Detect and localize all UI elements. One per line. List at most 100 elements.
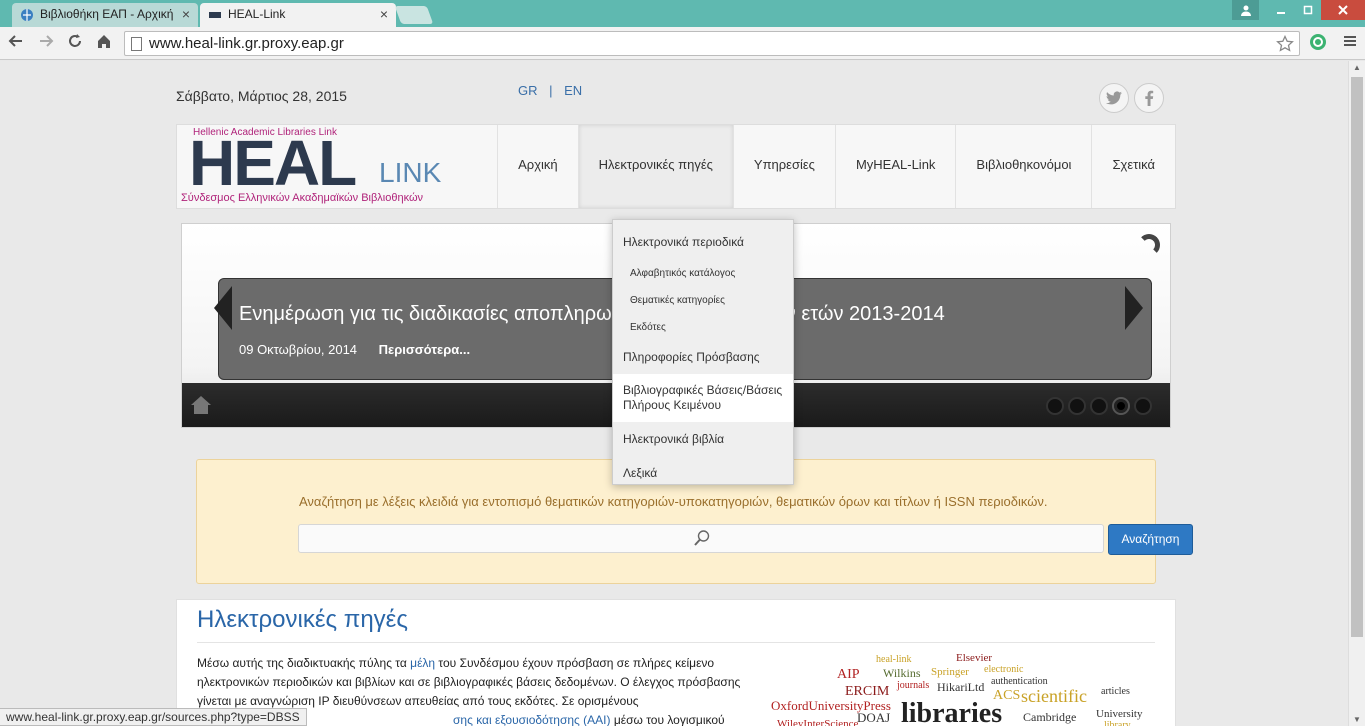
tab-strip: Βιβλιοθήκη ΕΑΠ - Αρχική × HEAL-Link × (0, 0, 1365, 27)
menu-access-info[interactable]: Πληροφορίες Πρόσβασης (613, 341, 793, 374)
tab-title: HEAL-Link (228, 7, 286, 21)
cloud-word[interactable]: Cambridge (1023, 710, 1076, 725)
cloud-word[interactable]: heal-link (876, 654, 912, 665)
search-input[interactable] (298, 524, 1104, 553)
word-cloud: heal-link Elsevier electronic AIP Wilkin… (771, 650, 1161, 726)
slider-dots (1046, 397, 1152, 415)
slide-title: Ενημέρωση για τις διαδικασίες αποπληρω ν … (239, 303, 945, 325)
nav-services[interactable]: Υπηρεσίες (732, 125, 835, 208)
language-switcher: GR | EN (518, 83, 582, 98)
cloud-word[interactable]: WileyInterScience (777, 718, 858, 726)
cloud-word[interactable]: University (1096, 708, 1142, 720)
heading-divider (197, 642, 1155, 643)
current-date: Σάββατο, Μάρτιος 28, 2015 (176, 88, 347, 104)
main-navigation: Αρχική Ηλεκτρονικές πηγές Υπηρεσίες MyHE… (497, 125, 1175, 208)
menu-ebooks[interactable]: Ηλεκτρονικά βιβλία (613, 422, 793, 456)
user-icon[interactable] (1232, 0, 1259, 20)
cloud-word[interactable]: articles (1101, 686, 1130, 697)
status-bar: www.heal-link.gr.proxy.eap.gr/sources.ph… (0, 708, 307, 726)
cloud-word[interactable]: AIP (837, 667, 860, 683)
menu-alphabetical-catalog[interactable]: Αλφαβητικός κατάλογος (613, 260, 793, 287)
logo-bottom-text: Σύνδεσμος Ελληνικών Ακαδημαϊκών Βιβλιοθη… (181, 192, 424, 204)
cloud-word[interactable]: scientific (1021, 686, 1087, 707)
page-icon (131, 37, 142, 51)
slide-date: 09 Οκτωβρίου, 2014 (239, 342, 358, 357)
address-bar[interactable]: www.heal-link.gr.proxy.eap.gr (124, 31, 1300, 56)
forward-arrow-icon[interactable] (36, 33, 56, 53)
slider-next-arrow-icon[interactable] (1125, 286, 1143, 330)
logo-link-text: LINK (379, 157, 442, 188)
cloud-word[interactable]: Springer (931, 666, 969, 678)
slider-home-icon[interactable] (190, 395, 212, 417)
nav-myheal-link[interactable]: MyHEAL-Link (834, 125, 955, 208)
cloud-word[interactable]: Wilkins (883, 666, 921, 681)
extension-icon[interactable] (1308, 33, 1328, 53)
nav-about[interactable]: Σχετικά (1091, 125, 1175, 208)
heal-link-logo[interactable]: Hellenic Academic Libraries Link HEAL LI… (181, 127, 451, 207)
main-content: Ηλεκτρονικές πηγές Μέσω αυτής της διαδικ… (176, 599, 1176, 726)
window-controls (1232, 0, 1365, 20)
minimize-icon[interactable] (1267, 0, 1294, 20)
home-icon[interactable] (94, 33, 114, 53)
search-hint: Αναζήτηση με λέξεις κλειδιά για εντοπισμ… (299, 494, 1048, 509)
lang-gr-link[interactable]: GR (518, 83, 538, 98)
facebook-icon[interactable] (1134, 83, 1164, 113)
slider-dot[interactable] (1046, 397, 1064, 415)
aai-link[interactable]: σης και εξουσιοδότησης (AAI) (453, 713, 611, 726)
search-button[interactable]: Αναζήτηση (1108, 524, 1193, 555)
cloud-word[interactable]: Elsevier (956, 652, 992, 664)
scroll-down-icon[interactable]: ▼ (1353, 715, 1361, 724)
cloud-word[interactable]: libraries (901, 698, 1002, 726)
site-header: Hellenic Academic Libraries Link HEAL LI… (176, 124, 1176, 209)
cloud-word[interactable]: electronic (984, 664, 1023, 675)
search-icon (694, 530, 710, 546)
menu-thematic-categories[interactable]: Θεματικές κατηγορίες (613, 287, 793, 314)
menu-publishers[interactable]: Εκδότες (613, 314, 793, 341)
address-url: www.heal-link.gr.proxy.eap.gr (149, 35, 344, 52)
slider-dot-active[interactable] (1112, 397, 1130, 415)
tab-library-eap[interactable]: Βιβλιοθήκη ΕΑΠ - Αρχική × (12, 3, 198, 27)
slide-more-link[interactable]: Περισσότερα... (379, 342, 470, 357)
browser-toolbar: www.heal-link.gr.proxy.eap.gr (0, 27, 1365, 60)
slider-dot[interactable] (1134, 397, 1152, 415)
slider-dot[interactable] (1090, 397, 1108, 415)
tab-heal-link[interactable]: HEAL-Link × (200, 3, 396, 27)
slider-dot[interactable] (1068, 397, 1086, 415)
section-heading: Ηλεκτρονικές πηγές (197, 606, 408, 633)
nav-librarians[interactable]: Βιβλιοθηκονόμοι (955, 125, 1091, 208)
twitter-icon[interactable] (1099, 83, 1129, 113)
globe-icon (21, 9, 33, 21)
back-arrow-icon[interactable] (6, 33, 26, 53)
bookmark-star-icon[interactable] (1276, 35, 1294, 53)
new-tab-button[interactable] (394, 6, 434, 24)
nav-electronic-sources[interactable]: Ηλεκτρονικές πηγές (577, 125, 733, 208)
menu-dictionaries[interactable]: Λεξικά (613, 456, 793, 490)
lang-en-link[interactable]: EN (564, 83, 582, 98)
reload-icon[interactable] (65, 33, 85, 53)
close-tab-icon[interactable]: × (182, 3, 190, 25)
electronic-sources-dropdown: Ηλεκτρονικά περιοδικά Αλφαβητικός κατάλο… (612, 219, 794, 485)
loading-spinner-icon (1138, 234, 1160, 256)
members-link[interactable]: μέλη (410, 656, 435, 670)
cloud-word[interactable]: journals (897, 680, 929, 691)
page-scrollbar[interactable]: ▲ ▼ (1348, 61, 1365, 726)
scroll-up-icon[interactable]: ▲ (1353, 63, 1361, 72)
menu-icon[interactable] (1340, 33, 1360, 53)
page-viewport: Σάββατο, Μάρτιος 28, 2015 GR | EN Hellen… (0, 61, 1348, 726)
heal-favicon-icon (209, 12, 221, 18)
tab-title: Βιβλιοθήκη ΕΑΠ - Αρχική (40, 7, 174, 21)
cloud-word[interactable]: DOAJ (857, 710, 890, 726)
slider-prev-arrow-icon[interactable] (214, 286, 232, 330)
cloud-word[interactable]: HikariLtd (937, 680, 984, 695)
lang-separator: | (549, 83, 553, 98)
logo-heal-text: HEAL (189, 127, 357, 199)
close-tab-icon[interactable]: × (380, 3, 388, 25)
maximize-icon[interactable] (1294, 0, 1321, 20)
slide-meta: 09 Οκτωβρίου, 2014 Περισσότερα... (239, 342, 470, 357)
menu-databases[interactable]: Βιβλιογραφικές Βάσεις/Βάσεις Πλήρους Κει… (613, 374, 793, 422)
cloud-word[interactable]: library (1104, 720, 1131, 726)
scroll-thumb[interactable] (1351, 77, 1363, 637)
menu-electronic-periodicals[interactable]: Ηλεκτρονικά περιοδικά (613, 224, 793, 260)
window-close-icon[interactable] (1321, 0, 1365, 20)
nav-home[interactable]: Αρχική (497, 125, 578, 208)
